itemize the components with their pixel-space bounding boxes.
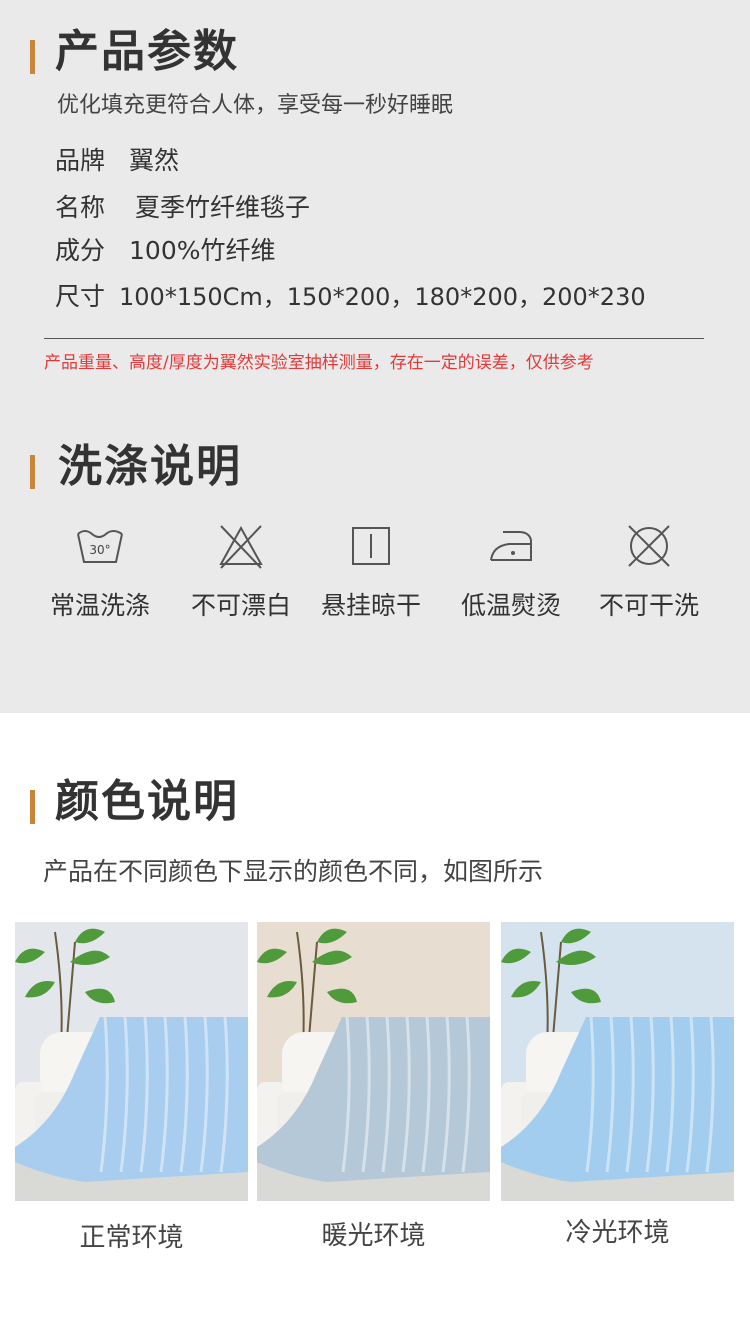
wash-30-icon: 30° [77,530,123,563]
divider [44,338,704,339]
product-photo-warm [257,922,490,1201]
param-value: 100*150Cm，150*200，180*200，200*230 [119,283,646,311]
care-label: 常温洗涤 [49,591,150,620]
params-title: 产品参数 [55,26,239,77]
care-item-no-dry-clean: 不可干洗 [584,518,714,618]
disclaimer-text: 产品重量、高度/厚度为翼然实验室抽样测量，存在一定的误差，仅供参考 [44,353,594,373]
blanket-photo-illustration [501,922,734,1201]
colors-title: 颜色说明 [55,776,239,827]
param-label: 名称 [55,193,106,222]
accent-bar [30,790,35,824]
blanket-photo-illustration [257,922,490,1201]
param-row-brand: 品牌 翼然 [55,148,179,173]
param-value: 翼然 [129,146,180,175]
care-item-iron-low: 低温熨烫 [446,518,576,618]
photo-caption: 冷光环境 [565,1218,670,1248]
param-label: 尺寸 [55,282,106,311]
care-label: 悬挂晾干 [320,591,421,620]
param-value: 夏季竹纤维毯子 [135,193,311,222]
care-label: 不可漂白 [190,591,291,620]
product-photo-normal [15,922,248,1201]
blanket-photo-illustration [15,922,248,1201]
care-item-normal-wash: 30° 常温洗涤 [35,518,165,618]
param-label: 品牌 [55,146,106,175]
washing-title: 洗涤说明 [58,441,242,492]
params-subtitle: 优化填充更符合人体，享受每一秒好睡眠 [57,93,454,118]
care-item-no-bleach: 不可漂白 [176,518,306,618]
param-row-name: 名称 夏季竹纤维毯子 [55,195,310,220]
hang-dry-icon [352,527,390,565]
no-bleach-icon [219,525,263,569]
param-row-size: 尺寸 100*150Cm，150*200，180*200，200*230 [55,284,646,309]
param-row-material: 成分 100%竹纤维 [55,238,276,263]
param-value: 100%竹纤维 [129,236,276,265]
care-item-hang-dry: 悬挂晾干 [306,518,436,618]
param-label: 成分 [55,236,106,265]
photo-caption: 暖光环境 [321,1221,426,1251]
accent-bar [30,40,35,74]
iron-low-icon [490,531,532,561]
accent-bar [30,455,35,489]
colors-subtitle: 产品在不同颜色下显示的颜色不同，如图所示 [43,857,544,886]
no-dry-clean-icon [628,525,670,567]
product-photo-cool [501,922,734,1201]
photo-caption: 正常环境 [79,1223,184,1253]
wash-temp: 30° [89,543,110,557]
care-label: 低温熨烫 [460,591,561,620]
care-label: 不可干洗 [598,591,699,620]
